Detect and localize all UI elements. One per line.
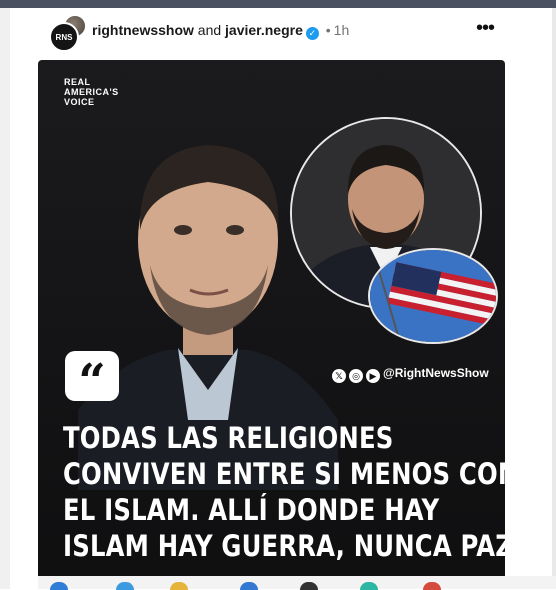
x-icon: 𝕏 bbox=[332, 369, 346, 383]
verified-badge-icon: ✓ bbox=[305, 27, 319, 40]
author-connector: and bbox=[197, 22, 222, 38]
more-options-button[interactable]: ••• bbox=[471, 18, 499, 42]
author-link-secondary[interactable]: javier.negre bbox=[225, 22, 303, 38]
headline-line: ISLAM HAY GUERRA, NUNCA PAZ bbox=[63, 529, 505, 563]
page-scrollbar[interactable] bbox=[552, 8, 556, 589]
post-timestamp[interactable]: 1h bbox=[334, 22, 350, 38]
youtube-icon: ▶ bbox=[366, 369, 380, 383]
header-separator: • bbox=[325, 22, 331, 38]
os-taskbar bbox=[38, 576, 556, 590]
post-header: RNS rightnewsshow and javier.negre ✓ • 1h … bbox=[43, 12, 503, 52]
brand-line-1: REAL bbox=[64, 77, 91, 87]
browser-top-bar bbox=[0, 0, 556, 8]
headline-line: CONVIVEN ENTRE SI MENOS CON bbox=[63, 457, 505, 491]
instagram-icon: ◎ bbox=[349, 369, 363, 383]
quote-headline: TODAS LAS RELIGIONES CONVIVEN ENTRE SI M… bbox=[63, 420, 505, 564]
page-left-edge bbox=[0, 8, 10, 589]
headline-line: EL ISLAM. ALLÍ DONDE HAY bbox=[63, 493, 440, 527]
quote-mark-icon: “ bbox=[65, 351, 119, 401]
post-image[interactable]: REAL AMERICA'S VOICE “ 𝕏 ◎ ▶ @RightNewsS… bbox=[38, 60, 505, 589]
social-handles: 𝕏 ◎ ▶ @RightNewsShow bbox=[332, 366, 489, 383]
collab-avatars[interactable]: RNS bbox=[49, 14, 87, 52]
us-flag-image bbox=[368, 248, 498, 344]
post-author-line: rightnewsshow and javier.negre ✓ • 1h bbox=[92, 22, 349, 40]
author-link-primary[interactable]: rightnewsshow bbox=[92, 22, 194, 38]
headline-line: TODAS LAS RELIGIONES bbox=[63, 421, 394, 455]
social-handle-text: @RightNewsShow bbox=[383, 366, 489, 380]
primary-avatar[interactable]: RNS bbox=[49, 22, 79, 52]
